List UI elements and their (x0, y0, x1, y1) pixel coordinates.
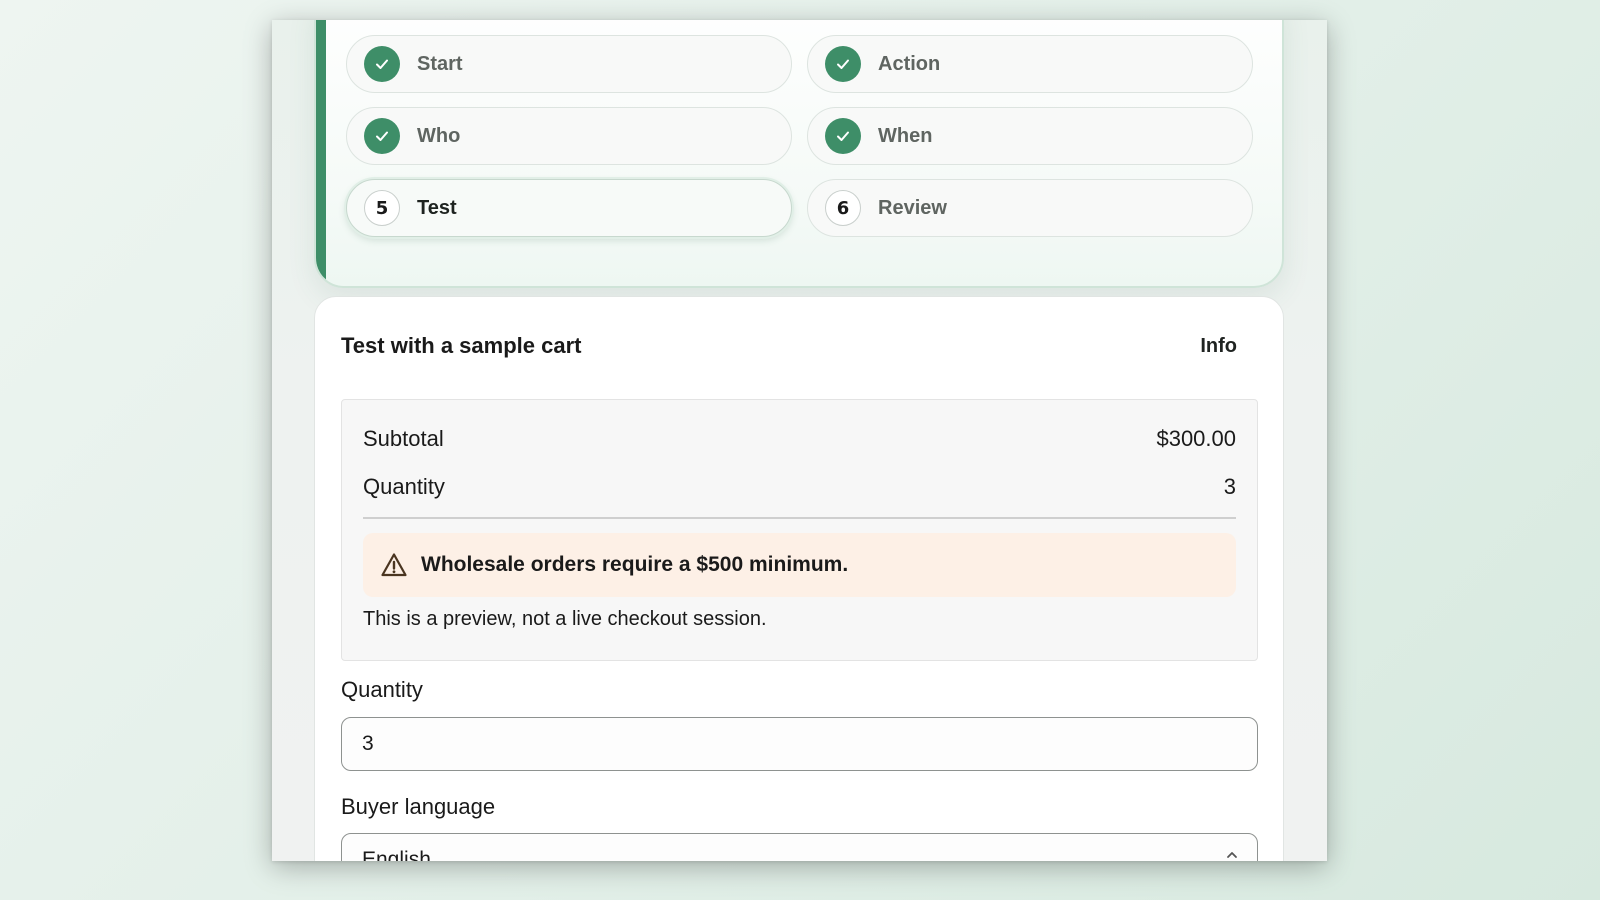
app-window: Start Action Who When 5 Test 6 Review Te… (272, 20, 1327, 861)
check-icon (376, 131, 388, 141)
step-number-badge: 6 (825, 190, 861, 226)
subtotal-value: $300.00 (1156, 426, 1236, 451)
quantity-field-label: Quantity (341, 677, 423, 702)
quantity-row: Quantity 3 (363, 472, 1236, 502)
preview-note: This is a preview, not a live checkout s… (363, 608, 767, 630)
step-action[interactable]: Action (807, 35, 1253, 93)
step-review[interactable]: 6 Review (807, 179, 1253, 237)
step-complete-badge (364, 118, 400, 154)
check-icon (837, 59, 849, 69)
warning-text: Wholesale orders require a $500 minimum. (421, 553, 849, 576)
cart-summary: Subtotal $300.00 Quantity 3 Wholesale or… (341, 399, 1258, 661)
step-label: Action (878, 53, 941, 75)
info-link[interactable]: Info (1200, 335, 1237, 358)
step-who[interactable]: Who (346, 107, 792, 165)
subtotal-label: Subtotal (363, 426, 444, 451)
step-label: Start (417, 53, 463, 75)
step-label: Review (878, 197, 947, 219)
subtotal-row: Subtotal $300.00 (363, 424, 1236, 454)
app-content: Start Action Who When 5 Test 6 Review Te… (272, 20, 1327, 861)
step-when[interactable]: When (807, 107, 1253, 165)
step-complete-badge (825, 46, 861, 82)
step-start[interactable]: Start (346, 35, 792, 93)
buyer-language-label: Buyer language (341, 794, 496, 819)
buyer-language-value: English (362, 848, 431, 861)
chevron-updown-icon (1227, 852, 1237, 858)
step-label: Test (417, 197, 457, 219)
buyer-language-select[interactable]: English (341, 833, 1258, 861)
step-label: When (878, 125, 933, 147)
check-icon (376, 59, 388, 69)
stepper-accent-bar (316, 20, 326, 286)
step-number-badge: 5 (364, 190, 400, 226)
test-sample-cart-card: Test with a sample cart Info Subtotal $3… (314, 296, 1284, 861)
card-title: Test with a sample cart (341, 333, 582, 358)
check-icon (837, 131, 849, 141)
step-test[interactable]: 5 Test (346, 179, 792, 237)
warning-triangle-icon (381, 553, 407, 577)
step-complete-badge (825, 118, 861, 154)
minimum-order-warning: Wholesale orders require a $500 minimum. (363, 533, 1236, 597)
summary-divider (363, 517, 1236, 519)
step-complete-badge (364, 46, 400, 82)
stepper-card: Start Action Who When 5 Test 6 Review (314, 20, 1284, 288)
step-label: Who (417, 125, 461, 147)
quantity-value: 3 (1223, 474, 1236, 499)
quantity-input[interactable] (341, 717, 1258, 771)
quantity-label: Quantity (363, 474, 445, 499)
